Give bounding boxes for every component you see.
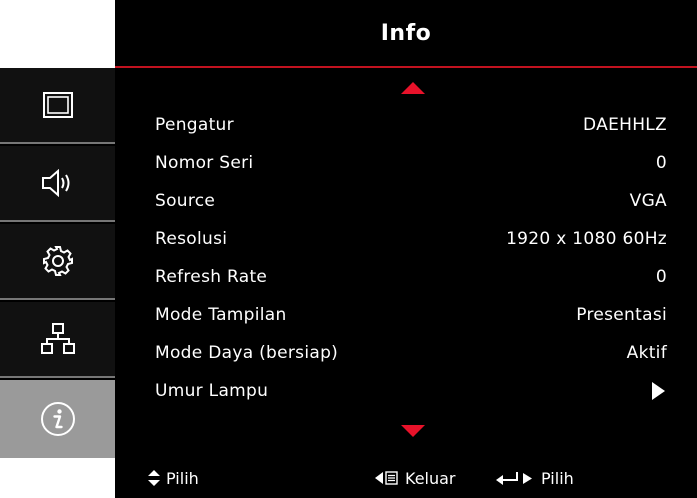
info-label: Resolusi xyxy=(155,229,228,249)
info-label: Mode Daya (bersiap) xyxy=(155,343,339,363)
info-row-source: Source VGA xyxy=(155,182,667,220)
scroll-up-arrow-icon[interactable] xyxy=(401,82,425,94)
footer-hint-bar: Pilih Keluar Pilih xyxy=(115,458,697,498)
info-label: Umur Lampu xyxy=(155,381,269,401)
sidebar-item-network[interactable] xyxy=(0,302,115,378)
info-value: 1920 x 1080 60Hz xyxy=(506,229,667,249)
display-icon xyxy=(42,92,73,118)
footer-select-label: Pilih xyxy=(166,468,199,488)
info-value: DAEHHLZ xyxy=(583,115,667,135)
menu-back-icon xyxy=(375,471,399,485)
footer-exit-label: Keluar xyxy=(405,468,456,488)
info-label: Mode Tampilan xyxy=(155,305,287,325)
network-icon xyxy=(40,323,75,355)
submenu-arrow-icon[interactable] xyxy=(652,382,665,400)
info-row-pengatur: Pengatur DAEHHLZ xyxy=(155,106,667,144)
up-down-arrow-icon xyxy=(148,470,160,486)
info-row-umur-lampu[interactable]: Umur Lampu xyxy=(155,372,667,410)
speaker-icon xyxy=(41,169,75,197)
info-value: 0 xyxy=(655,267,667,287)
scroll-down-arrow-icon[interactable] xyxy=(401,425,425,437)
info-row-nomor-seri: Nomor Seri 0 xyxy=(155,144,667,182)
title-bar: Info xyxy=(115,0,697,66)
info-label: Source xyxy=(155,191,216,211)
sidebar-item-audio[interactable] xyxy=(0,146,115,222)
sidebar-item-display[interactable] xyxy=(0,68,115,144)
sidebar xyxy=(0,68,115,458)
info-label: Pengatur xyxy=(155,115,234,135)
footer-exit-hint: Keluar xyxy=(375,458,456,498)
sidebar-item-settings[interactable] xyxy=(0,224,115,300)
info-icon xyxy=(40,401,76,437)
enter-key-icon xyxy=(495,470,535,486)
info-value: Presentasi xyxy=(576,305,667,325)
info-row-refresh-rate: Refresh Rate 0 xyxy=(155,258,667,296)
info-row-resolusi: Resolusi 1920 x 1080 60Hz xyxy=(155,220,667,258)
page-title: Info xyxy=(380,20,432,46)
info-value: VGA xyxy=(629,191,667,211)
info-value: Aktif xyxy=(626,343,667,363)
info-label: Nomor Seri xyxy=(155,153,254,173)
title-divider xyxy=(115,66,697,68)
info-value: 0 xyxy=(655,153,667,173)
info-row-mode-daya: Mode Daya (bersiap) Aktif xyxy=(155,334,667,372)
info-label: Refresh Rate xyxy=(155,267,268,287)
gear-icon xyxy=(42,245,74,277)
sidebar-item-info[interactable] xyxy=(0,380,115,458)
footer-enter-hint: Pilih xyxy=(495,458,574,498)
info-row-mode-tampilan: Mode Tampilan Presentasi xyxy=(155,296,667,334)
footer-select-hint: Pilih xyxy=(148,458,199,498)
footer-enter-label: Pilih xyxy=(541,468,574,488)
